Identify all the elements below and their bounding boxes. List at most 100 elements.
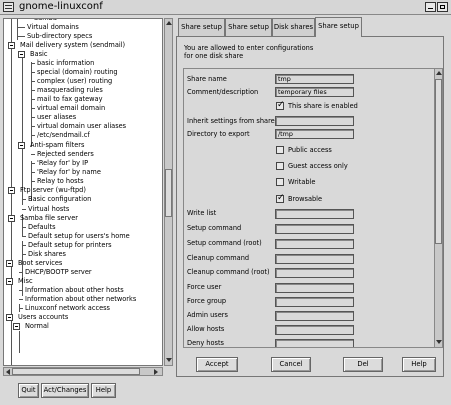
collapse-icon[interactable] <box>6 260 13 267</box>
admin-users-field[interactable] <box>275 311 354 321</box>
force-group-field[interactable] <box>275 297 354 307</box>
collapse-icon[interactable] <box>8 42 15 49</box>
tree-item[interactable]: mail to fax gateway <box>31 95 103 104</box>
tree-connector <box>31 172 35 173</box>
force-user-field[interactable] <box>275 283 354 293</box>
scroll-up-icon[interactable] <box>436 71 442 75</box>
tree-item-label: virtual domain user aliases <box>37 122 127 130</box>
setup-command-root-field[interactable] <box>275 239 354 249</box>
collapse-icon[interactable] <box>18 51 25 58</box>
scroll-down-icon[interactable] <box>436 340 442 344</box>
write-list-field[interactable] <box>275 209 354 219</box>
cancel-button[interactable]: Cancel <box>271 357 311 372</box>
share-enabled-checkbox[interactable] <box>276 100 285 110</box>
quit-button[interactable]: Quit <box>18 383 39 398</box>
collapse-icon[interactable] <box>13 323 20 330</box>
tree-item[interactable]: Default setup for users's home <box>22 232 130 241</box>
cleanup-command-field[interactable] <box>275 254 354 264</box>
tree-vertical-scrollbar[interactable] <box>164 18 173 366</box>
tree-horizontal-scrollbar[interactable] <box>3 367 163 376</box>
tree-item[interactable]: Sub-directory specs <box>17 32 92 41</box>
tree-item[interactable]: /etc/sendmail.cf <box>31 131 90 140</box>
tree-item[interactable]: Linuxconf network access <box>19 304 110 313</box>
deny-hosts-field[interactable] <box>275 339 354 347</box>
tree-item[interactable]: complex (user) routing <box>31 77 112 86</box>
tree-item[interactable]: Basic configuration <box>22 195 91 204</box>
tree-item[interactable]: Virtual hosts <box>22 205 69 214</box>
tree-item[interactable]: Samba file server <box>8 214 78 223</box>
tab-share-setup-2[interactable]: Share setup <box>225 18 272 36</box>
tree-connector <box>31 99 35 100</box>
accept-button[interactable]: Accept <box>196 357 238 372</box>
collapse-icon[interactable] <box>8 187 15 194</box>
tree-item[interactable]: Users accounts <box>6 313 68 322</box>
inherit-field[interactable] <box>275 116 354 126</box>
tree-item[interactable]: Defaults <box>22 223 56 232</box>
tree-item[interactable]: masquerading rules <box>31 86 103 95</box>
tree-item[interactable]: DHCP/BOOTP server <box>19 268 92 277</box>
tab-share-setup-1[interactable]: Share setup <box>178 18 225 36</box>
tree-item[interactable]: Basic <box>18 50 47 59</box>
directory-field[interactable]: /tmp <box>275 129 354 139</box>
tab-disk-shares[interactable]: Disk shares <box>272 18 315 36</box>
tree-item[interactable]: virtual domain user aliases <box>31 122 126 131</box>
collapse-icon[interactable] <box>8 215 15 222</box>
scroll-right-icon[interactable] <box>154 369 158 375</box>
tree-item[interactable]: Anti-spam filters <box>18 141 84 150</box>
comment-field[interactable]: temporary files <box>275 87 354 97</box>
scrollbar-thumb[interactable] <box>12 368 140 375</box>
tree-item[interactable]: Relay to hosts <box>31 177 84 186</box>
scroll-up-icon[interactable] <box>166 21 172 25</box>
tree-item[interactable]: 'Relay for' by IP <box>31 159 88 168</box>
scroll-left-icon[interactable] <box>6 369 10 375</box>
scrollbar-thumb[interactable] <box>435 79 442 244</box>
tree-connector <box>31 72 35 73</box>
tree-item[interactable]: special (domain) routing <box>31 68 118 77</box>
deny-hosts-label: Deny hosts <box>187 339 224 347</box>
collapse-icon[interactable] <box>6 314 13 321</box>
tree-item[interactable]: Mail delivery system (sendmail) <box>8 41 125 50</box>
tree-item[interactable]: 'Relay for' by name <box>31 168 101 177</box>
collapse-icon[interactable] <box>18 142 25 149</box>
act-changes-button[interactable]: Act/Changes <box>41 383 89 398</box>
del-button[interactable]: Del <box>343 357 383 372</box>
tree-item[interactable]: Virtual domains <box>17 23 79 32</box>
scroll-down-icon[interactable] <box>166 358 172 362</box>
tree-item-label: Sub-directory specs <box>27 32 93 40</box>
maximize-button[interactable] <box>437 2 448 12</box>
cleanup-command-root-field[interactable] <box>275 268 354 278</box>
tree-item-label: Default setup for printers <box>28 241 112 249</box>
collapse-icon[interactable] <box>6 278 13 285</box>
help-action-button[interactable]: Help <box>402 357 436 372</box>
setup-command-field[interactable] <box>275 224 354 234</box>
guest-only-checkbox[interactable] <box>276 162 284 170</box>
tree-item[interactable]: basic information <box>31 59 94 68</box>
tree-item[interactable]: Rejected senders <box>31 150 94 159</box>
help-button[interactable]: Help <box>91 383 116 398</box>
tree-item[interactable]: user aliases <box>31 113 76 122</box>
tab-share-setup-active[interactable]: Share setup <box>315 17 362 37</box>
tree-item[interactable]: Misc <box>6 277 33 286</box>
scrollbar-thumb[interactable] <box>165 169 172 217</box>
writable-checkbox[interactable] <box>276 178 284 186</box>
guest-only-label: Guest access only <box>288 162 348 170</box>
tree-item[interactable]: Normal <box>13 322 49 331</box>
tree-item[interactable]: Boot services <box>6 259 62 268</box>
tree-item-label: virtual email domain <box>37 104 106 112</box>
browsable-checkbox[interactable] <box>276 193 285 203</box>
minimize-button[interactable] <box>425 2 436 12</box>
public-access-checkbox[interactable] <box>276 146 284 154</box>
tree-item[interactable]: Ftp server (wu-ftpd) <box>8 186 86 195</box>
form-vertical-scrollbar[interactable] <box>434 68 443 348</box>
allow-hosts-field[interactable] <box>275 325 354 335</box>
tree-item[interactable]: Default setup for printers <box>22 241 112 250</box>
tree-item[interactable]: Information about other hosts <box>19 286 124 295</box>
share-name-field[interactable]: tmp <box>275 74 354 84</box>
tree-item[interactable]: virtual email domain <box>31 104 105 113</box>
writable-label: Writable <box>288 178 316 186</box>
tree-item-label: DHCP/BOOTP server <box>25 268 92 276</box>
tree-item[interactable]: Disk shares <box>22 250 66 259</box>
tree-guide-line <box>22 53 23 205</box>
window-menu-icon[interactable] <box>3 2 14 12</box>
tree-item[interactable]: Information about other networks <box>19 295 136 304</box>
